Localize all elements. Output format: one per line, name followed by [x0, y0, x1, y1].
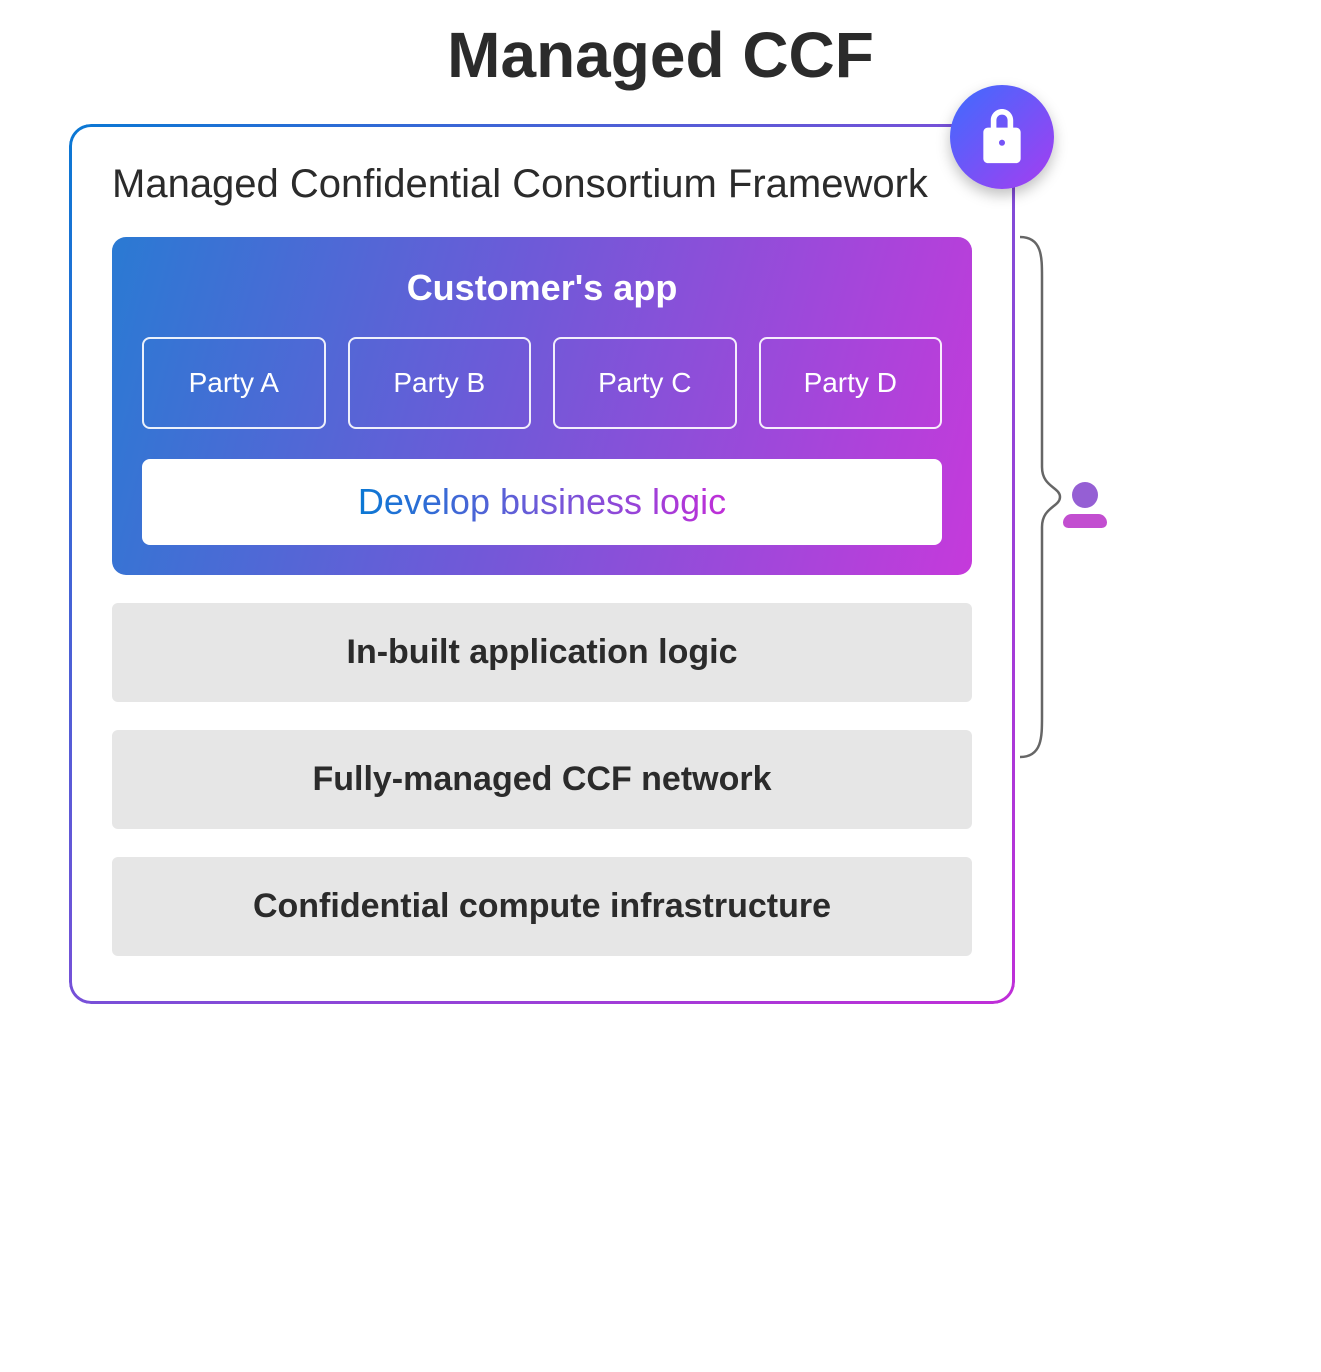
layer-inbuilt-logic: In-built application logic [112, 603, 972, 702]
bracket-icon [1020, 237, 1060, 757]
develop-business-logic-box: Develop business logic [142, 459, 942, 545]
party-b: Party B [348, 337, 532, 429]
user-icon [1062, 482, 1108, 534]
page-title: Managed CCF [0, 0, 1321, 92]
party-row: Party A Party B Party C Party D [142, 337, 942, 429]
party-a: Party A [142, 337, 326, 429]
lock-icon [950, 85, 1054, 189]
framework-subtitle: Managed Confidential Consortium Framewor… [112, 162, 972, 207]
party-c: Party C [553, 337, 737, 429]
framework-frame: Managed Confidential Consortium Framewor… [72, 127, 1012, 1001]
layer-confidential-compute: Confidential compute infrastructure [112, 857, 972, 956]
develop-business-logic-text: Develop business logic [358, 481, 726, 522]
customer-app-title: Customer's app [142, 267, 942, 309]
party-d: Party D [759, 337, 943, 429]
diagram: Managed Confidential Consortium Framewor… [72, 127, 1012, 1001]
customer-app-box: Customer's app Party A Party B Party C P… [112, 237, 972, 575]
layer-ccf-network: Fully-managed CCF network [112, 730, 972, 829]
